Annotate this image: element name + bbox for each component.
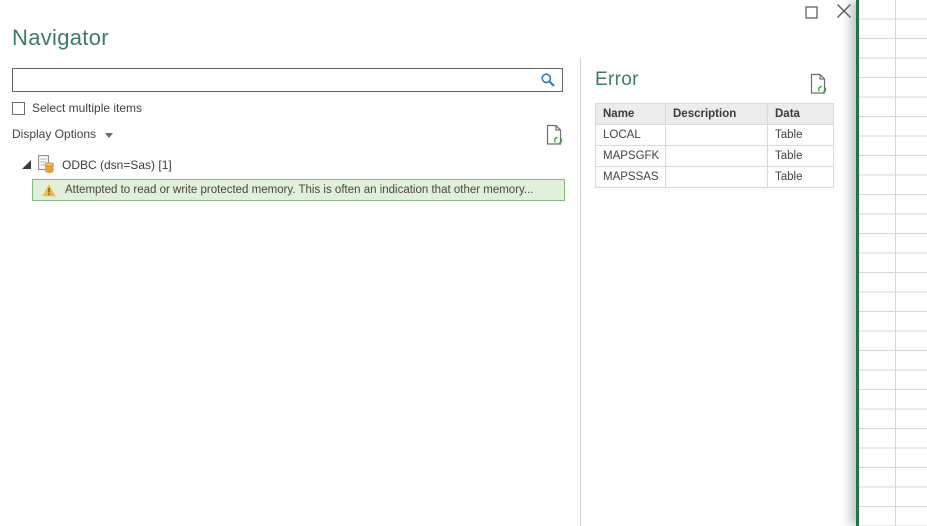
search-icon[interactable] <box>540 72 556 88</box>
warning-icon <box>42 184 56 197</box>
select-multiple-row[interactable]: Select multiple items <box>12 101 142 115</box>
cell-name[interactable]: MAPSSAS <box>596 167 666 188</box>
close-button[interactable] <box>836 3 852 19</box>
warning-message: Attempted to read or write protected mem… <box>65 184 534 196</box>
column-header-description[interactable]: Description <box>666 104 768 125</box>
database-icon <box>38 155 55 174</box>
tree-warning-row[interactable]: Attempted to read or write protected mem… <box>32 179 565 201</box>
maximize-icon <box>804 5 820 21</box>
cell-description[interactable] <box>666 146 768 167</box>
navigator-dialog: Navigator Select multiple items Display … <box>0 0 927 526</box>
error-refresh-button[interactable] <box>810 73 828 100</box>
table-row[interactable]: LOCAL Table <box>596 125 834 146</box>
excel-window-edge <box>856 0 927 526</box>
tree-node-odbc[interactable]: ODBC (dsn=Sas) [1] <box>22 155 172 174</box>
select-multiple-label: Select multiple items <box>32 101 142 115</box>
select-multiple-checkbox[interactable] <box>12 102 25 115</box>
display-options-dropdown[interactable]: Display Options <box>12 127 113 141</box>
tree-expander-icon[interactable] <box>22 160 31 169</box>
display-options-label: Display Options <box>12 127 96 141</box>
cell-name[interactable]: MAPSGFK <box>596 146 666 167</box>
page-title: Navigator <box>12 25 109 51</box>
grid-column-line <box>895 0 896 526</box>
cell-description[interactable] <box>666 125 768 146</box>
refresh-document-icon <box>810 73 828 95</box>
column-header-name[interactable]: Name <box>596 104 666 125</box>
table-header-row: Name Description Data <box>596 104 834 125</box>
close-icon <box>836 3 852 19</box>
cell-data[interactable]: Table <box>768 125 834 146</box>
table-row[interactable]: MAPSSAS Table <box>596 167 834 188</box>
table-row[interactable]: MAPSGFK Table <box>596 146 834 167</box>
cell-description[interactable] <box>666 167 768 188</box>
refresh-button[interactable] <box>546 124 564 151</box>
error-panel-title: Error <box>595 69 639 91</box>
search-box[interactable] <box>12 68 563 92</box>
column-header-data[interactable]: Data <box>768 104 834 125</box>
panel-divider <box>580 58 581 526</box>
cell-data[interactable]: Table <box>768 167 834 188</box>
error-table: Name Description Data LOCAL Table MAPSGF… <box>595 103 834 188</box>
worksheet-grid <box>859 0 927 526</box>
maximize-button[interactable] <box>804 5 820 21</box>
cell-name[interactable]: LOCAL <box>596 125 666 146</box>
cell-data[interactable]: Table <box>768 146 834 167</box>
chevron-down-icon <box>105 133 113 138</box>
search-input[interactable] <box>13 69 540 91</box>
tree-node-label: ODBC (dsn=Sas) [1] <box>62 158 172 172</box>
refresh-document-icon <box>546 124 564 146</box>
